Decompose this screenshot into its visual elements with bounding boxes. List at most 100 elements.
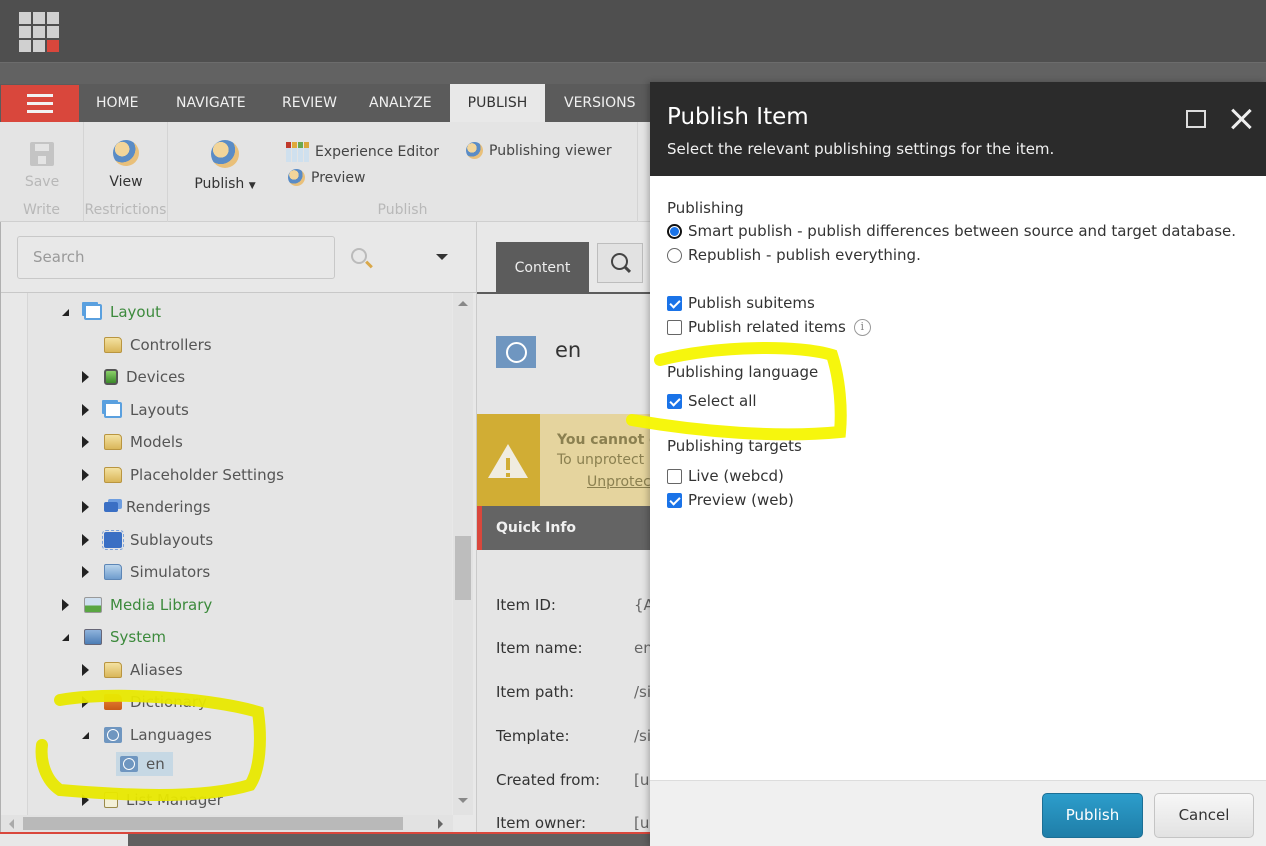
- tree-node-aliases[interactable]: Aliases: [80, 657, 183, 683]
- expand-arrow-icon[interactable]: [82, 404, 89, 416]
- tab-publish[interactable]: PUBLISH: [450, 84, 545, 122]
- expand-arrow-icon[interactable]: [82, 664, 89, 676]
- tab-navigate[interactable]: NAVIGATE: [164, 84, 258, 122]
- tree-node-controllers[interactable]: Controllers: [80, 332, 212, 358]
- target-preview-checkbox[interactable]: [667, 492, 682, 508]
- republish-option[interactable]: Republish - publish everything.: [667, 246, 921, 264]
- search-options-dropdown-icon[interactable]: [436, 254, 448, 260]
- menu-button[interactable]: [1, 85, 79, 122]
- ribbon-group-restrictions: View Restrictions: [84, 122, 168, 222]
- collapse-arrow-icon[interactable]: [82, 731, 89, 739]
- expand-arrow-icon[interactable]: [82, 469, 89, 481]
- publishing-viewer-button[interactable]: Publishing viewer: [466, 142, 612, 159]
- node-label: Layout: [110, 303, 161, 321]
- search-icon[interactable]: [351, 248, 367, 264]
- node-label: Aliases: [130, 661, 183, 679]
- tree-node-placeholder-settings[interactable]: Placeholder Settings: [80, 462, 284, 488]
- publish-dropdown-button[interactable]: Publish ▼: [190, 140, 260, 192]
- republish-label: Republish - publish everything.: [688, 246, 921, 264]
- tree-node-models[interactable]: Models: [80, 429, 183, 455]
- tab-review[interactable]: REVIEW: [270, 84, 349, 122]
- info-icon[interactable]: i: [853, 318, 871, 336]
- publishing-section-label: Publishing: [667, 199, 744, 217]
- scroll-down-arrow-icon[interactable]: [458, 798, 468, 803]
- experience-editor-button[interactable]: Experience Editor: [286, 142, 439, 162]
- node-label: List Manager: [126, 791, 223, 809]
- tree-node-dictionary[interactable]: Dictionary: [80, 689, 207, 715]
- tree-node-simulators[interactable]: Simulators: [80, 559, 210, 585]
- smart-publish-radio[interactable]: [667, 223, 682, 239]
- target-preview-option[interactable]: Preview (web): [667, 491, 794, 509]
- tree-search-input[interactable]: Search: [17, 236, 335, 279]
- tab-analyze[interactable]: ANALYZE: [357, 84, 444, 122]
- node-label: Sublayouts: [130, 531, 214, 549]
- tree-node-sublayouts[interactable]: Sublayouts: [80, 527, 213, 553]
- scroll-thumb[interactable]: [455, 536, 471, 600]
- expand-arrow-icon[interactable]: [82, 501, 89, 513]
- tree-node-media-library[interactable]: Media Library: [60, 592, 212, 618]
- smart-publish-option[interactable]: Smart publish - publish differences betw…: [667, 222, 1236, 240]
- info-key: Item ID:: [496, 596, 556, 614]
- publish-related-items-label: Publish related items: [688, 318, 846, 336]
- republish-radio[interactable]: [667, 247, 682, 263]
- tree-node-en[interactable]: en: [116, 751, 173, 777]
- globe-publish-icon: [211, 140, 239, 168]
- layout-icon: [104, 402, 122, 418]
- tree-node-layout[interactable]: Layout: [60, 299, 161, 325]
- tree-node-languages[interactable]: Languages: [80, 722, 212, 748]
- tree-horizontal-scrollbar[interactable]: [1, 815, 453, 832]
- dialog-footer: Publish Cancel: [650, 780, 1266, 846]
- tree-vertical-scrollbar[interactable]: [453, 293, 473, 815]
- ribbon-group-write: Save Write: [0, 122, 84, 222]
- select-all-checkbox[interactable]: [667, 393, 682, 409]
- tree-node-devices[interactable]: Devices: [80, 364, 185, 390]
- info-row: Created from: [u: [496, 771, 649, 789]
- expand-arrow-icon[interactable]: [82, 534, 89, 546]
- publish-item-dialog: Publish Item Select the relevant publish…: [650, 82, 1266, 846]
- tab-content[interactable]: Content: [496, 242, 589, 294]
- tab-home[interactable]: HOME: [84, 84, 150, 122]
- close-icon[interactable]: [1228, 106, 1254, 132]
- expand-arrow-icon[interactable]: [82, 696, 89, 708]
- expand-arrow-icon[interactable]: [82, 436, 89, 448]
- publishing-language-section-label: Publishing language: [667, 363, 819, 381]
- publish-related-items-option[interactable]: Publish related items i: [667, 318, 871, 336]
- publish-related-items-checkbox[interactable]: [667, 319, 682, 335]
- target-live-checkbox[interactable]: [667, 468, 682, 484]
- tab-versions[interactable]: VERSIONS: [552, 84, 648, 122]
- publish-subitems-checkbox[interactable]: [667, 295, 682, 311]
- scroll-thumb[interactable]: [23, 817, 403, 830]
- dictionary-icon: [104, 694, 122, 710]
- maximize-icon[interactable]: [1186, 110, 1206, 128]
- collapse-arrow-icon[interactable]: [62, 633, 69, 641]
- collapse-arrow-icon[interactable]: [62, 308, 69, 316]
- tree-node-layouts[interactable]: Layouts: [80, 397, 189, 423]
- info-key: Item name:: [496, 639, 583, 657]
- folder-icon: [104, 662, 122, 678]
- scroll-up-arrow-icon[interactable]: [458, 301, 468, 306]
- save-button[interactable]: Save: [18, 142, 66, 190]
- unprotect-link[interactable]: Unprotec: [587, 474, 650, 490]
- tree-node-renderings[interactable]: Renderings: [80, 494, 210, 520]
- tree-node-system[interactable]: System: [60, 624, 166, 650]
- search-tab-icon[interactable]: [597, 243, 643, 283]
- publish-button[interactable]: Publish: [1042, 793, 1143, 838]
- scroll-right-arrow-icon[interactable]: [438, 819, 443, 829]
- globe-search-icon: [466, 142, 483, 159]
- expand-arrow-icon[interactable]: [62, 599, 69, 611]
- target-live-label: Live (webcd): [688, 467, 784, 485]
- select-all-languages-option[interactable]: Select all: [667, 392, 757, 410]
- publish-subitems-option[interactable]: Publish subitems: [667, 294, 815, 312]
- expand-arrow-icon[interactable]: [82, 566, 89, 578]
- launchpad-logo-icon[interactable]: [19, 12, 59, 52]
- dialog-subtitle: Select the relevant publishing settings …: [667, 140, 1055, 158]
- view-restrictions-button[interactable]: View: [100, 140, 152, 190]
- preview-button[interactable]: Preview: [288, 169, 366, 186]
- tree-node-list-manager[interactable]: List Manager: [80, 787, 223, 813]
- cancel-button[interactable]: Cancel: [1154, 793, 1254, 838]
- target-live-option[interactable]: Live (webcd): [667, 467, 784, 485]
- quick-info-header[interactable]: Quick Info: [477, 506, 650, 550]
- scroll-left-arrow-icon[interactable]: [9, 819, 14, 829]
- expand-arrow-icon[interactable]: [82, 794, 89, 806]
- expand-arrow-icon[interactable]: [82, 371, 89, 383]
